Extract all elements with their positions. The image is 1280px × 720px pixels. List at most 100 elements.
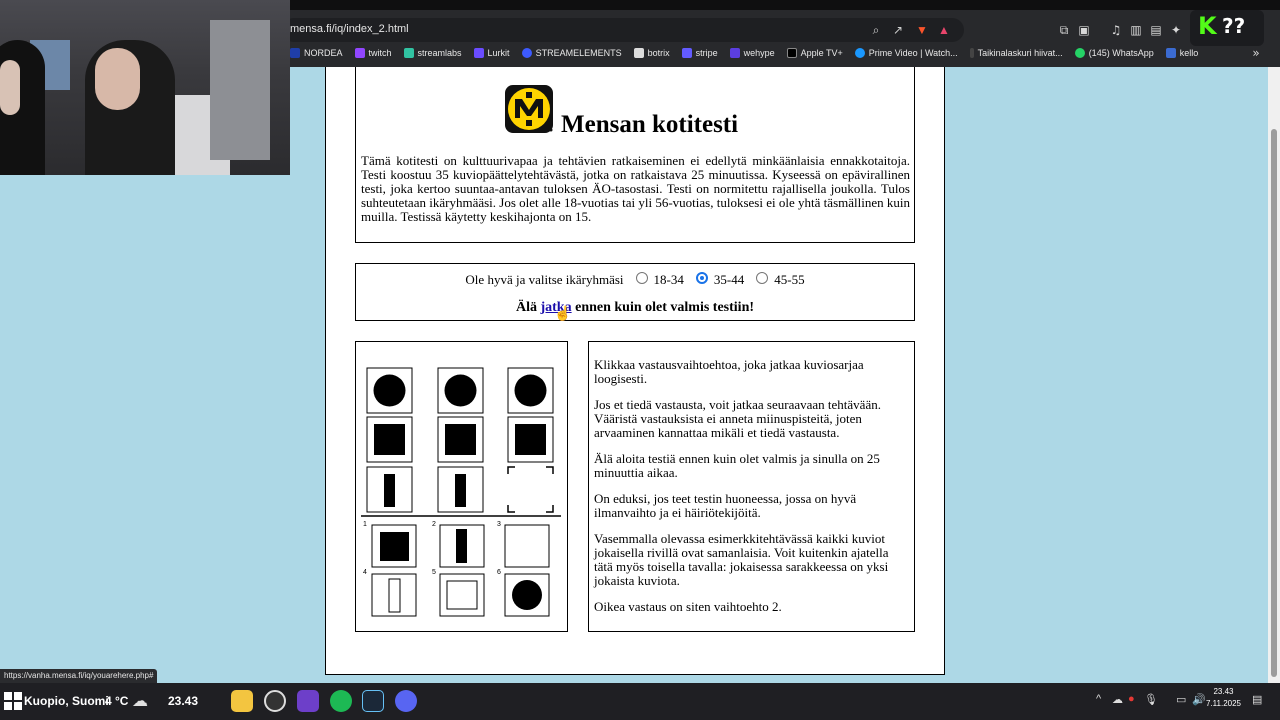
- whatsapp-icon: [1074, 48, 1085, 58]
- kick-overlay: K ??: [1190, 10, 1264, 46]
- warning-text-before: Älä: [515, 300, 537, 315]
- age-radio-18-34[interactable]: [635, 272, 648, 284]
- option-number: 6: [497, 569, 501, 576]
- media-icon[interactable]: ♫: [1108, 22, 1124, 38]
- notification-icon[interactable]: ▤: [1252, 693, 1262, 706]
- taskbar-time: 23.43: [168, 694, 199, 708]
- hand-cursor-icon: ☝: [554, 307, 572, 322]
- webcam-person: [0, 60, 20, 115]
- clock-date: 7.11.2025: [1206, 699, 1241, 708]
- age-option-label: 45-55: [774, 272, 805, 287]
- bookmark-icon: [290, 48, 300, 58]
- system-clock[interactable]: 23.43 7.11.2025: [1206, 686, 1241, 710]
- appletv-icon: [786, 48, 797, 58]
- bookmark-item[interactable]: Taikinalaskuri hiivat...: [969, 44, 1063, 62]
- brave-shield-icon[interactable]: ▼: [914, 22, 930, 38]
- scrollbar-thumb[interactable]: [1271, 129, 1277, 677]
- page-title: Mensan kotitesti: [561, 111, 739, 138]
- age-selection-box: Ole hyvä ja valitse ikäryhmäsi 18-34 35-…: [355, 263, 915, 321]
- bookmark-item[interactable]: Lurkit: [473, 44, 510, 62]
- option-number: 5: [432, 569, 436, 576]
- instruction-paragraph: Älä aloita testiä ennen kuin olet valmis…: [594, 451, 880, 480]
- bookmark-item[interactable]: Apple TV+: [786, 44, 843, 62]
- page-scrollbar[interactable]: [1268, 67, 1280, 683]
- age-radio-35-44[interactable]: [695, 272, 708, 284]
- option-number: 2: [432, 521, 436, 528]
- bookmark-item[interactable]: Prime Video | Watch...: [854, 44, 958, 62]
- kick-overlay-text: ??: [1222, 14, 1246, 38]
- streamlabs-icon: [403, 48, 414, 58]
- webcam-person: [95, 48, 140, 110]
- webcam-background: [210, 20, 270, 160]
- lurkit-icon: [473, 48, 484, 58]
- bookmark-item[interactable]: STREAMELEMENTS: [521, 44, 622, 62]
- onedrive-icon[interactable]: ☁: [1112, 693, 1123, 706]
- streamelements-icon: [521, 48, 532, 58]
- volume-icon[interactable]: 🔊: [1192, 693, 1206, 706]
- weather-location[interactable]: Kuopio, Suomi: [24, 694, 109, 708]
- bookmark-item[interactable]: botrix: [633, 44, 670, 62]
- bookmark-item[interactable]: stripe: [681, 44, 718, 62]
- leo-ai-icon[interactable]: ✦: [1168, 22, 1184, 38]
- wallet-icon[interactable]: ▤: [1148, 22, 1164, 38]
- instruction-paragraph: Vasemmalla olevassa esimerkkitehtävässä …: [594, 531, 889, 588]
- age-option-label: 18-34: [653, 272, 684, 287]
- example-puzzle: 1 2 3 4 5 6: [355, 341, 568, 632]
- tray-app-icon[interactable]: ●: [1128, 693, 1135, 705]
- bookmark-item[interactable]: twitch: [354, 44, 392, 62]
- url-text: mensa.fi/iq/index_2.html: [290, 23, 409, 35]
- twitch-icon: [354, 48, 365, 58]
- cloud-icon: ☁: [132, 693, 148, 710]
- file-explorer-icon[interactable]: [231, 690, 253, 712]
- weather-temperature[interactable]: 4 °C: [105, 694, 128, 708]
- age-radio-45-55[interactable]: [756, 272, 769, 284]
- option-number: 3: [497, 521, 501, 528]
- bookmark-item[interactable]: (145) WhatsApp: [1074, 44, 1154, 62]
- puzzle-figure: 1 2 3 4 5 6: [361, 367, 561, 617]
- bookmark-item[interactable]: streamlabs: [403, 44, 462, 62]
- extensions-icon[interactable]: ⧉: [1056, 22, 1072, 38]
- spotify-icon[interactable]: [330, 690, 352, 712]
- primevideo-icon: [854, 48, 865, 58]
- warning-text-after: ennen kuin olet valmis testiin!: [575, 300, 755, 315]
- bookmark-item[interactable]: NORDEA: [290, 44, 343, 62]
- option-number: 1: [363, 521, 367, 528]
- status-url: https://vanha.mensa.fi/iq/youarehere.php…: [0, 669, 158, 684]
- zoom-icon[interactable]: ⌕: [868, 22, 884, 38]
- address-bar[interactable]: mensa.fi/iq/index_2.html ⌕ ↗ ▼ ▲: [282, 18, 964, 42]
- stripe-icon: [681, 48, 692, 58]
- windows-start-icon[interactable]: [4, 692, 22, 710]
- option-number: 4: [363, 569, 367, 576]
- share-icon[interactable]: ↗: [890, 22, 906, 38]
- taskbar: Kuopio, Suomi 4 °C ☁ 23.43 ^ ☁ ● 🎙 ▭ 🔊 2…: [0, 683, 1280, 720]
- tab-search-icon[interactable]: ▣: [1076, 22, 1092, 38]
- age-prompt: Ole hyvä ja valitse ikäryhmäsi: [465, 272, 624, 287]
- intro-box: Mensan kotitesti Tämä kotitesti on kultt…: [355, 67, 915, 243]
- intro-text: Tämä kotitesti on kulttuurivapaa ja teht…: [361, 153, 910, 224]
- botrix-icon: [633, 48, 644, 58]
- instruction-paragraph: On eduksi, jos teet testin huoneessa, jo…: [594, 491, 857, 520]
- instruction-paragraph: Jos et tiedä vastausta, voit jatkaa seur…: [594, 397, 881, 440]
- age-option-label: 35-44: [713, 272, 745, 287]
- steam-icon[interactable]: [362, 690, 384, 712]
- instructions-box: Klikkaa vastausvaihtoehtoa, joka jatkaa …: [588, 341, 915, 632]
- discord-icon[interactable]: [395, 690, 417, 712]
- tray-chevron-icon[interactable]: ^: [1096, 693, 1101, 705]
- clock-icon: [1165, 48, 1176, 58]
- instruction-paragraph: Oikea vastaus on siten vaihtoehto 2.: [594, 599, 782, 614]
- webcam-overlay: [0, 0, 290, 175]
- bookmarks-more-button[interactable]: »: [1248, 45, 1264, 61]
- brave-rewards-icon[interactable]: ▲: [936, 22, 952, 38]
- microphone-icon[interactable]: 🎙: [1144, 693, 1158, 706]
- page-icon: [969, 48, 974, 58]
- browser-icon[interactable]: [297, 690, 319, 712]
- reading-list-icon[interactable]: ▥: [1128, 22, 1144, 38]
- mensa-logo: [505, 85, 553, 133]
- start-warning: Älä jatka ennen kuin olet valmis testiin…: [356, 300, 914, 316]
- kick-logo: K: [1198, 12, 1217, 40]
- bookmark-item[interactable]: wehype: [729, 44, 775, 62]
- network-icon[interactable]: ▭: [1176, 693, 1186, 706]
- instruction-paragraph: Klikkaa vastausvaihtoehtoa, joka jatkaa …: [594, 357, 864, 386]
- bookmark-item[interactable]: kello: [1165, 44, 1198, 62]
- obs-icon[interactable]: [264, 690, 286, 712]
